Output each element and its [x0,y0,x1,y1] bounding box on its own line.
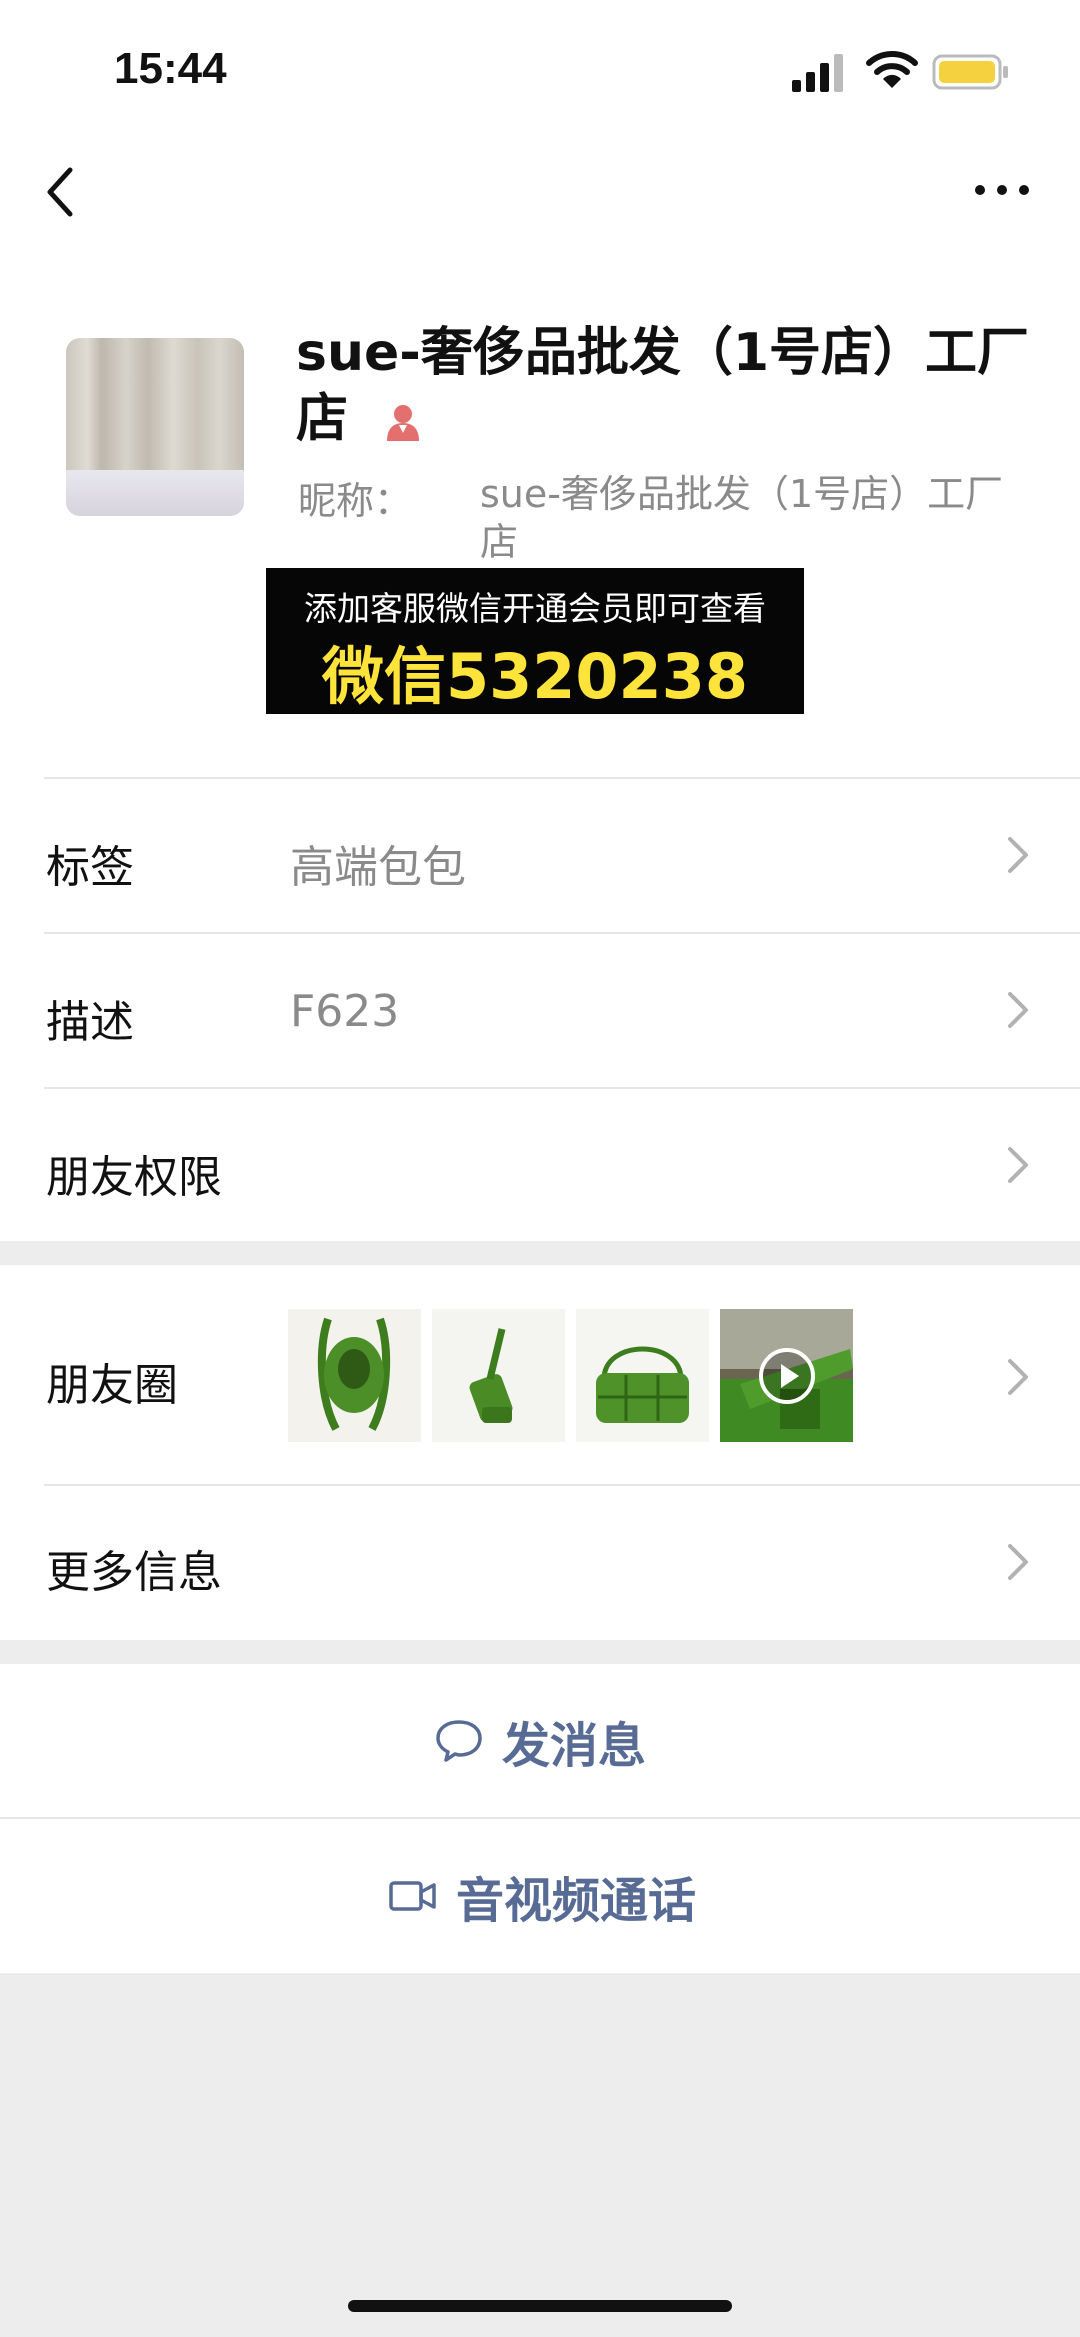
more-dots-icon[interactable] [972,170,1032,210]
video-call-button[interactable]: 音视频通话 [0,1819,1080,1973]
send-message-content: 发消息 [434,1664,646,1818]
row-moments[interactable]: 朋友圈 [0,1265,1080,1485]
battery-icon [932,54,1008,90]
chevron-right-icon [1008,837,1028,873]
moments-photo-1 [288,1309,421,1442]
promo-line1: 添加客服微信开通会员即可查看 [304,589,766,628]
chat-bubble-icon [436,1720,482,1762]
nickname-label: 昵称： [298,479,413,523]
tags-value: 高端包包 [290,842,466,893]
video-camera-icon [389,1881,436,1911]
row-more-info[interactable]: 更多信息 [0,1486,1080,1640]
moments-label: 朋友圈 [46,1360,178,1411]
friend-permissions-label: 朋友权限 [46,1152,222,1203]
row-description[interactable]: 描述 F623 [0,934,1080,1088]
avatar-floor [66,470,244,516]
avatar[interactable] [66,338,244,516]
signal-icon [792,54,843,92]
send-message-button[interactable]: 发消息 [0,1664,1080,1818]
female-icon [387,405,420,441]
wifi-icon [866,51,918,88]
moments-thumbnail [288,1309,421,1442]
moments-photo-3 [576,1309,709,1442]
chevron-right-icon [1008,1359,1028,1395]
chevron-right-icon [1008,1147,1028,1183]
chevron-right-icon [1008,992,1028,1028]
promo-line2: 微信5320238 [322,640,748,713]
section-gap [0,1640,1080,1664]
contact-display-name: sue-奢侈品批发（1号店）工厂店 [296,320,1036,452]
video-call-content: 音视频通话 [388,1819,696,1973]
description-label: 描述 [46,997,134,1048]
status-bar: 15:44 [0,0,1080,130]
nav-bar [0,150,1080,230]
nickname-value: sue-奢侈品批发（1号店）工厂店 [480,472,1004,564]
description-value: F623 [290,986,400,1037]
moments-thumbnail [432,1309,565,1442]
send-message-label: 发消息 [502,1718,647,1774]
chevron-right-icon [1008,1544,1028,1580]
section-gap [0,1241,1080,1265]
video-call-label: 音视频通话 [456,1873,697,1929]
status-time: 15:44 [114,44,227,93]
chevron-left-icon[interactable] [40,162,80,222]
play-icon [759,1348,815,1404]
promo-banner: 添加客服微信开通会员即可查看 微信5320238 [266,568,804,714]
home-indicator[interactable] [348,2300,732,2312]
moments-thumbnail [576,1309,709,1442]
tags-label: 标签 [46,842,134,893]
row-friend-permissions[interactable]: 朋友权限 [0,1089,1080,1241]
more-info-label: 更多信息 [46,1547,222,1598]
row-tags[interactable]: 标签 高端包包 [0,779,1080,933]
moments-video-thumbnail [720,1309,853,1442]
moments-photo-2 [432,1309,565,1442]
